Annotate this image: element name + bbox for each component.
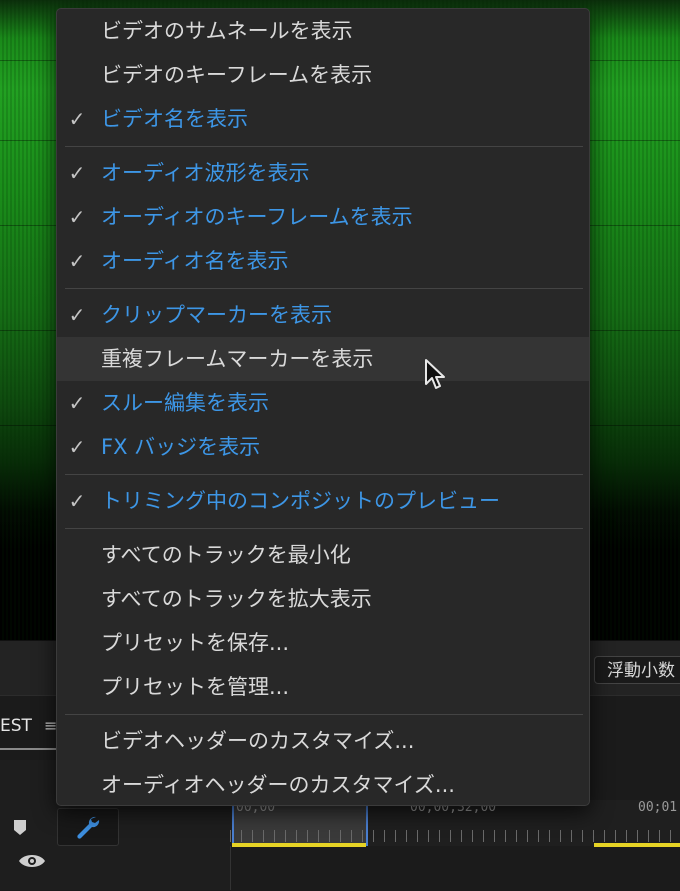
menu-separator [65, 714, 583, 715]
menu-item-manage-presets[interactable]: プリセットを管理... [57, 665, 589, 709]
menu-item-customize-audio-header[interactable]: オーディオヘッダーのカスタマイズ... [57, 763, 589, 807]
check-icon: ✓ [68, 489, 86, 513]
menu-item-show-clip-markers[interactable]: ✓ クリップマーカーを表示 [57, 293, 589, 337]
active-tab-indicator [0, 748, 56, 750]
menu-item-label: 重複フレームマーカーを表示 [101, 347, 374, 371]
marker-icon[interactable] [12, 818, 28, 836]
menu-item-label: ビデオヘッダーのカスタマイズ... [101, 729, 415, 753]
menu-item-show-video-names[interactable]: ✓ ビデオ名を表示 [57, 97, 589, 141]
menu-separator [65, 288, 583, 289]
check-icon: ✓ [68, 391, 86, 415]
ruler-timecode: 00;01 [638, 800, 678, 815]
menu-item-show-through-edits[interactable]: ✓ スルー編集を表示 [57, 381, 589, 425]
menu-separator [65, 474, 583, 475]
menu-item-label: ビデオ名を表示 [101, 107, 248, 131]
menu-item-label: トリミング中のコンポジットのプレビュー [101, 489, 500, 513]
menu-item-show-video-thumbnails[interactable]: ビデオのサムネールを表示 [57, 9, 589, 53]
menu-separator [65, 528, 583, 529]
wrench-icon [77, 816, 100, 839]
menu-separator [65, 146, 583, 147]
menu-item-label: FX バッジを表示 [101, 435, 261, 459]
mouse-pointer-icon [425, 359, 445, 389]
menu-item-show-video-keyframes[interactable]: ビデオのキーフレームを表示 [57, 53, 589, 97]
check-icon: ✓ [68, 249, 86, 273]
menu-item-label: すべてのトラックを拡大表示 [101, 587, 372, 611]
menu-item-label: スルー編集を表示 [101, 391, 269, 415]
check-icon: ✓ [68, 205, 86, 229]
menu-item-label: ビデオのサムネールを表示 [101, 19, 353, 43]
menu-item-label: オーディオ名を表示 [101, 249, 289, 273]
eye-icon[interactable] [18, 852, 46, 870]
menu-item-show-audio-waveform[interactable]: ✓ オーディオ波形を表示 [57, 151, 589, 195]
menu-item-label: ビデオのキーフレームを表示 [101, 63, 373, 87]
menu-item-show-fx-badges[interactable]: ✓ FX バッジを表示 [57, 425, 589, 469]
check-icon: ✓ [68, 107, 86, 131]
menu-item-show-duplicate-frame-markers[interactable]: 重複フレームマーカーを表示 [57, 337, 589, 381]
timeline-settings-button[interactable] [57, 808, 119, 846]
menu-item-show-audio-names[interactable]: ✓ オーディオ名を表示 [57, 239, 589, 283]
menu-item-composite-preview-during-trim[interactable]: ✓ トリミング中のコンポジットのプレビュー [57, 479, 589, 523]
check-icon: ✓ [68, 303, 86, 327]
menu-item-label: すべてのトラックを最小化 [101, 543, 351, 567]
menu-item-save-preset[interactable]: プリセットを保存... [57, 621, 589, 665]
check-icon: ✓ [68, 161, 86, 185]
menu-item-label: プリセットを保存... [101, 631, 290, 655]
work-area-bar[interactable] [232, 843, 366, 847]
menu-item-minimize-all-tracks[interactable]: すべてのトラックを最小化 [57, 533, 589, 577]
timeline-display-settings-menu: ビデオのサムネールを表示 ビデオのキーフレームを表示 ✓ ビデオ名を表示 ✓ オーデ… [56, 8, 590, 806]
menu-item-expand-all-tracks[interactable]: すべてのトラックを拡大表示 [57, 577, 589, 621]
menu-item-label: クリップマーカーを表示 [101, 303, 332, 327]
work-area-bar[interactable] [594, 843, 680, 847]
ruler-ticks [230, 830, 680, 842]
menu-item-label: プリセットを管理... [101, 675, 290, 699]
menu-item-label: オーディオヘッダーのカスタマイズ... [101, 773, 455, 797]
menu-item-label: オーディオのキーフレームを表示 [101, 205, 413, 229]
menu-item-label: オーディオ波形を表示 [101, 161, 310, 185]
check-icon: ✓ [68, 435, 86, 459]
menu-item-show-audio-keyframes[interactable]: ✓ オーディオのキーフレームを表示 [57, 195, 589, 239]
precision-dropdown[interactable]: 浮動小数 [594, 656, 680, 684]
menu-item-customize-video-header[interactable]: ビデオヘッダーのカスタマイズ... [57, 719, 589, 763]
sequence-tab[interactable]: EST [0, 716, 32, 736]
